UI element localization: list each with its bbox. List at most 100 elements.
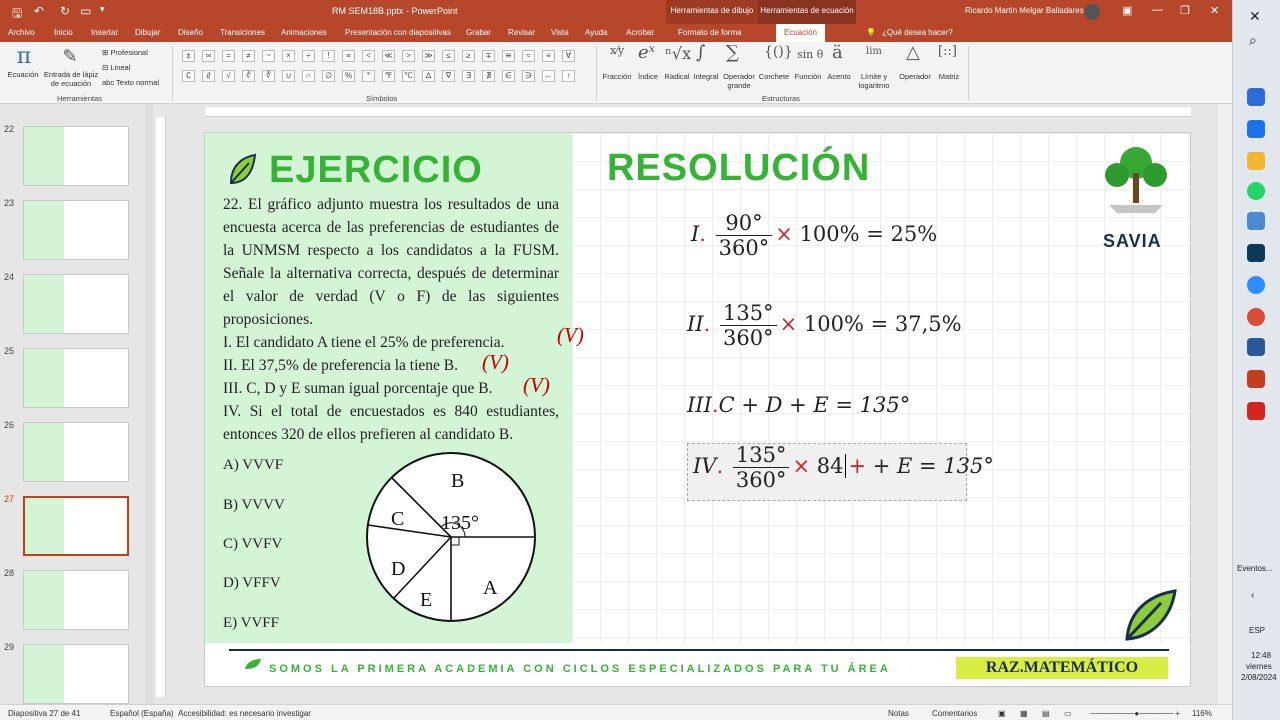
tell-me-search[interactable]: ¿Qué desea hacer?	[882, 28, 953, 37]
slide-thumbnail[interactable]	[23, 496, 129, 556]
tab-dibujar[interactable]: Dibujar	[135, 28, 160, 37]
symbol-button[interactable]: ∞	[202, 50, 215, 62]
whatsapp-icon[interactable]	[1247, 182, 1265, 200]
close-icon[interactable]: ✕	[1249, 8, 1261, 25]
tab-formato-forma[interactable]: Formato de forma	[678, 28, 742, 37]
symbol-button[interactable]: ∪	[282, 70, 295, 82]
minimize-icon[interactable]: —	[1152, 4, 1163, 16]
linear-button[interactable]: ⊟ Lineal	[102, 63, 130, 72]
structure-radical[interactable]: Radical	[662, 72, 692, 81]
slide-canvas[interactable]: EJERCICIO RESOLUCIÓN SAVIA 22. El gráfic…	[204, 132, 1191, 687]
user-name[interactable]: Ricardo Martin Melgar Balladares	[965, 6, 1084, 15]
zoom-slider[interactable]: −───────●────── +	[1090, 709, 1180, 718]
undo-icon[interactable]: ↶	[34, 4, 44, 18]
structure-large-operator[interactable]: Operador grande	[720, 72, 758, 90]
structure-operator[interactable]: Operador	[896, 72, 934, 81]
clock-day[interactable]: viernes	[1246, 662, 1272, 671]
comments-button[interactable]: Comentarios	[932, 709, 977, 718]
tab-presentacion[interactable]: Presentación con diapositivas	[345, 28, 451, 37]
tab-archivo[interactable]: Archivo	[8, 28, 35, 37]
symbol-button[interactable]: ≫	[422, 50, 435, 62]
symbol-button[interactable]: ∀	[562, 50, 575, 62]
symbol-button[interactable]: ≥	[462, 50, 475, 62]
accent-icon[interactable]: ä	[832, 42, 843, 63]
symbol-button[interactable]: ≤	[442, 50, 455, 62]
symbol-button[interactable]: <	[362, 50, 375, 62]
events-widget[interactable]: Eventos...	[1237, 564, 1273, 573]
normal-view-icon[interactable]: ▣	[998, 709, 1006, 718]
tab-inicio[interactable]: Inicio	[54, 28, 73, 37]
word-icon[interactable]	[1247, 338, 1265, 356]
symbol-button[interactable]: ∄	[482, 70, 495, 82]
calculator-icon[interactable]	[1247, 212, 1265, 230]
structure-fraction[interactable]: Fracción	[600, 72, 634, 81]
symbol-button[interactable]: ÷	[302, 50, 315, 62]
slide-thumbnail[interactable]	[23, 422, 129, 482]
symbol-button[interactable]: ∃	[462, 70, 475, 82]
symbol-button[interactable]: ∜	[262, 70, 275, 82]
editor-scrollbar[interactable]	[1218, 104, 1232, 704]
limit-icon[interactable]: lim	[866, 46, 882, 57]
reading-view-icon[interactable]: ▤	[1042, 709, 1050, 718]
symbol-button[interactable]: √	[222, 70, 235, 82]
large-operator-icon[interactable]: ∑	[726, 42, 739, 63]
symbol-button[interactable]: ≈	[522, 50, 535, 62]
clock-date[interactable]: 2/08/2024	[1241, 673, 1277, 682]
tab-transiciones[interactable]: Transiciones	[220, 28, 265, 37]
store-icon[interactable]	[1247, 88, 1265, 106]
slide-thumbnail[interactable]	[23, 570, 129, 630]
accessibility-status[interactable]: Accesibilidad: es necesario investigar	[178, 709, 311, 718]
matrix-icon[interactable]: [::]	[938, 44, 957, 59]
disney-icon[interactable]	[1247, 244, 1265, 262]
radical-icon[interactable]: ⁿ√x	[665, 44, 691, 63]
tab-revisar[interactable]: Revisar	[508, 28, 535, 37]
ink-icon[interactable]: ✎	[60, 46, 80, 67]
symbol-button[interactable]: ∛	[242, 70, 255, 82]
structure-index[interactable]: Índice	[634, 72, 662, 81]
redo-icon[interactable]: ↻	[60, 4, 70, 18]
symbol-button[interactable]: ≪	[382, 50, 395, 62]
symbol-button[interactable]: =	[222, 50, 235, 62]
present-icon[interactable]: ▭	[80, 4, 91, 18]
powerpoint-icon[interactable]	[1247, 370, 1265, 388]
normal-text-button[interactable]: abc Texto normal	[102, 78, 159, 87]
thumbnail-scrollbar[interactable]	[145, 104, 153, 704]
zoom-level[interactable]: 116%	[1192, 709, 1212, 718]
folder-icon[interactable]	[1247, 152, 1265, 170]
equation-button[interactable]: Ecuación	[2, 70, 44, 79]
symbol-button[interactable]: ↑	[562, 70, 575, 82]
tray-chevron-icon[interactable]: ‹	[1251, 590, 1254, 601]
acrobat-icon[interactable]	[1247, 402, 1265, 420]
professional-button[interactable]: ⊞ Profesional	[102, 48, 148, 57]
tab-vista[interactable]: Vista	[551, 28, 569, 37]
symbol-button[interactable]: ∈	[502, 70, 515, 82]
ink-equation-button[interactable]: Entrada de lápiz de ecuación	[42, 70, 100, 88]
ribbon-display-icon[interactable]: ▣	[1122, 4, 1132, 17]
tab-animaciones[interactable]: Animaciones	[281, 28, 327, 37]
slideshow-icon[interactable]: ▭	[1064, 709, 1072, 718]
symbol-button[interactable]: ∆	[422, 70, 435, 82]
symbol-button[interactable]: ℃	[402, 70, 415, 82]
symbol-button[interactable]: >	[402, 50, 415, 62]
tab-ayuda[interactable]: Ayuda	[585, 28, 608, 37]
equation-4[interactable]: IV. 135° 360° × 84 + + E = 135°	[693, 443, 994, 492]
search-icon[interactable]: ⌕	[1249, 32, 1257, 49]
symbol-button[interactable]: ∂	[202, 70, 215, 82]
tab-diseno[interactable]: Diseño	[178, 28, 203, 37]
tab-ecuacion[interactable]: Ecuación	[776, 24, 825, 42]
notes-button[interactable]: Notas	[888, 709, 909, 718]
operator-icon[interactable]: △	[906, 42, 920, 63]
avatar[interactable]	[1084, 4, 1100, 20]
pi-icon[interactable]: π	[12, 44, 36, 69]
slide-sorter-icon[interactable]: ▦	[1020, 709, 1028, 718]
save-icon[interactable]: 🖫	[12, 4, 22, 25]
mail-icon[interactable]	[1247, 120, 1265, 138]
tab-insertar[interactable]: Insertar	[91, 28, 118, 37]
clock-time[interactable]: 12:48	[1251, 651, 1271, 660]
slide-thumbnail[interactable]	[23, 274, 129, 334]
symbol-button[interactable]: ∁	[182, 70, 195, 82]
slide-thumbnail[interactable]	[23, 644, 129, 704]
chrome-icon[interactable]	[1247, 308, 1265, 326]
structure-integral[interactable]: Integral	[692, 72, 720, 81]
language-status[interactable]: Español (España)	[110, 709, 174, 718]
